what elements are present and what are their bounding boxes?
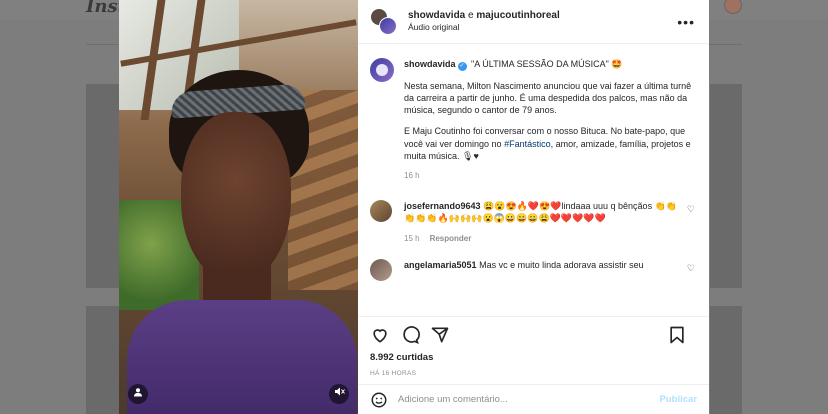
comments-scroll-area[interactable]: showdavida ✓ "A ÚLTIMA SESSÃO DA MÚSICA" … (358, 44, 709, 316)
post-details-panel: showdavida e majucoutinhoreal Áudio orig… (358, 0, 709, 414)
action-bar (358, 316, 709, 352)
caption-avatar[interactable] (370, 58, 394, 82)
caption-username[interactable]: showdavida (404, 59, 456, 69)
publish-button[interactable]: Publicar (660, 394, 698, 405)
post-header: showdavida e majucoutinhoreal Áudio orig… (358, 0, 709, 44)
comment-item: josefernando9643 😩😮😍🔥❤️😍❤️lindaaa uuu q … (370, 199, 697, 245)
audio-label[interactable]: Áudio original (408, 22, 560, 33)
comment-time: 15 h (404, 233, 420, 243)
author-separator: e (465, 9, 477, 21)
paper-plane-icon[interactable] (430, 325, 450, 345)
video-person-face (181, 112, 291, 282)
background-post-thumbnail[interactable] (86, 84, 120, 288)
post-video[interactable] (119, 0, 358, 414)
video-person-body (127, 300, 357, 414)
smile-icon[interactable] (370, 391, 388, 409)
post-authors: showdavida e majucoutinhoreal (408, 10, 560, 23)
comment-text: Mas vc e muito linda adorava assistir se… (479, 259, 644, 270)
caption-time: 16 h (404, 170, 420, 180)
comment-bubble-icon[interactable] (400, 325, 420, 345)
post-modal: showdavida e majucoutinhoreal Áudio orig… (119, 0, 709, 414)
background-post-thumbnail[interactable] (86, 306, 120, 414)
heart-outline-icon[interactable]: ♡ (687, 263, 695, 274)
profile-avatar-icon (724, 0, 742, 14)
person-icon[interactable] (128, 384, 148, 404)
reply-button[interactable]: Responder (430, 234, 472, 243)
comment-avatar[interactable] (370, 199, 392, 222)
author-link[interactable]: showdavida (408, 10, 465, 21)
comment-avatar[interactable] (370, 258, 392, 281)
caption-headline: "A ÚLTIMA SESSÃO DA MÚSICA" 🤩 (471, 59, 623, 69)
speaker-mute-icon[interactable] (329, 384, 349, 404)
comment-input[interactable] (398, 394, 638, 405)
bookmark-icon[interactable] (667, 325, 687, 345)
add-comment-bar: Publicar (358, 384, 709, 414)
hashtag-link[interactable]: #Fantástico (504, 139, 551, 149)
likes-count[interactable]: 8.992 curtidas (358, 352, 709, 366)
comment-item: angelamaria5051 Mas vc e muito linda ado… (370, 258, 697, 281)
background-post-thumbnail[interactable] (710, 84, 742, 288)
author-link[interactable]: majucoutinhoreal (476, 10, 559, 21)
caption-paragraph: Nesta semana, Milton Nascimento anunciou… (404, 81, 692, 116)
heart-outline-icon[interactable] (370, 325, 390, 345)
verified-badge-icon: ✓ (457, 62, 467, 71)
more-horizontal-icon[interactable]: ••• (677, 14, 695, 30)
collab-avatars[interactable] (370, 7, 398, 36)
heart-outline-icon[interactable]: ♡ (687, 204, 695, 215)
post-timestamp: HÁ 16 HORAS (370, 370, 417, 377)
caption-paragraph: E Maju Coutinho foi conversar com o noss… (404, 126, 691, 161)
comment-username[interactable]: josefernando9643 (404, 201, 481, 211)
post-caption: showdavida ✓ "A ÚLTIMA SESSÃO DA MÚSICA" … (370, 58, 697, 182)
background-post-thumbnail[interactable] (710, 306, 742, 414)
comment-username[interactable]: angelamaria5051 (404, 260, 477, 270)
